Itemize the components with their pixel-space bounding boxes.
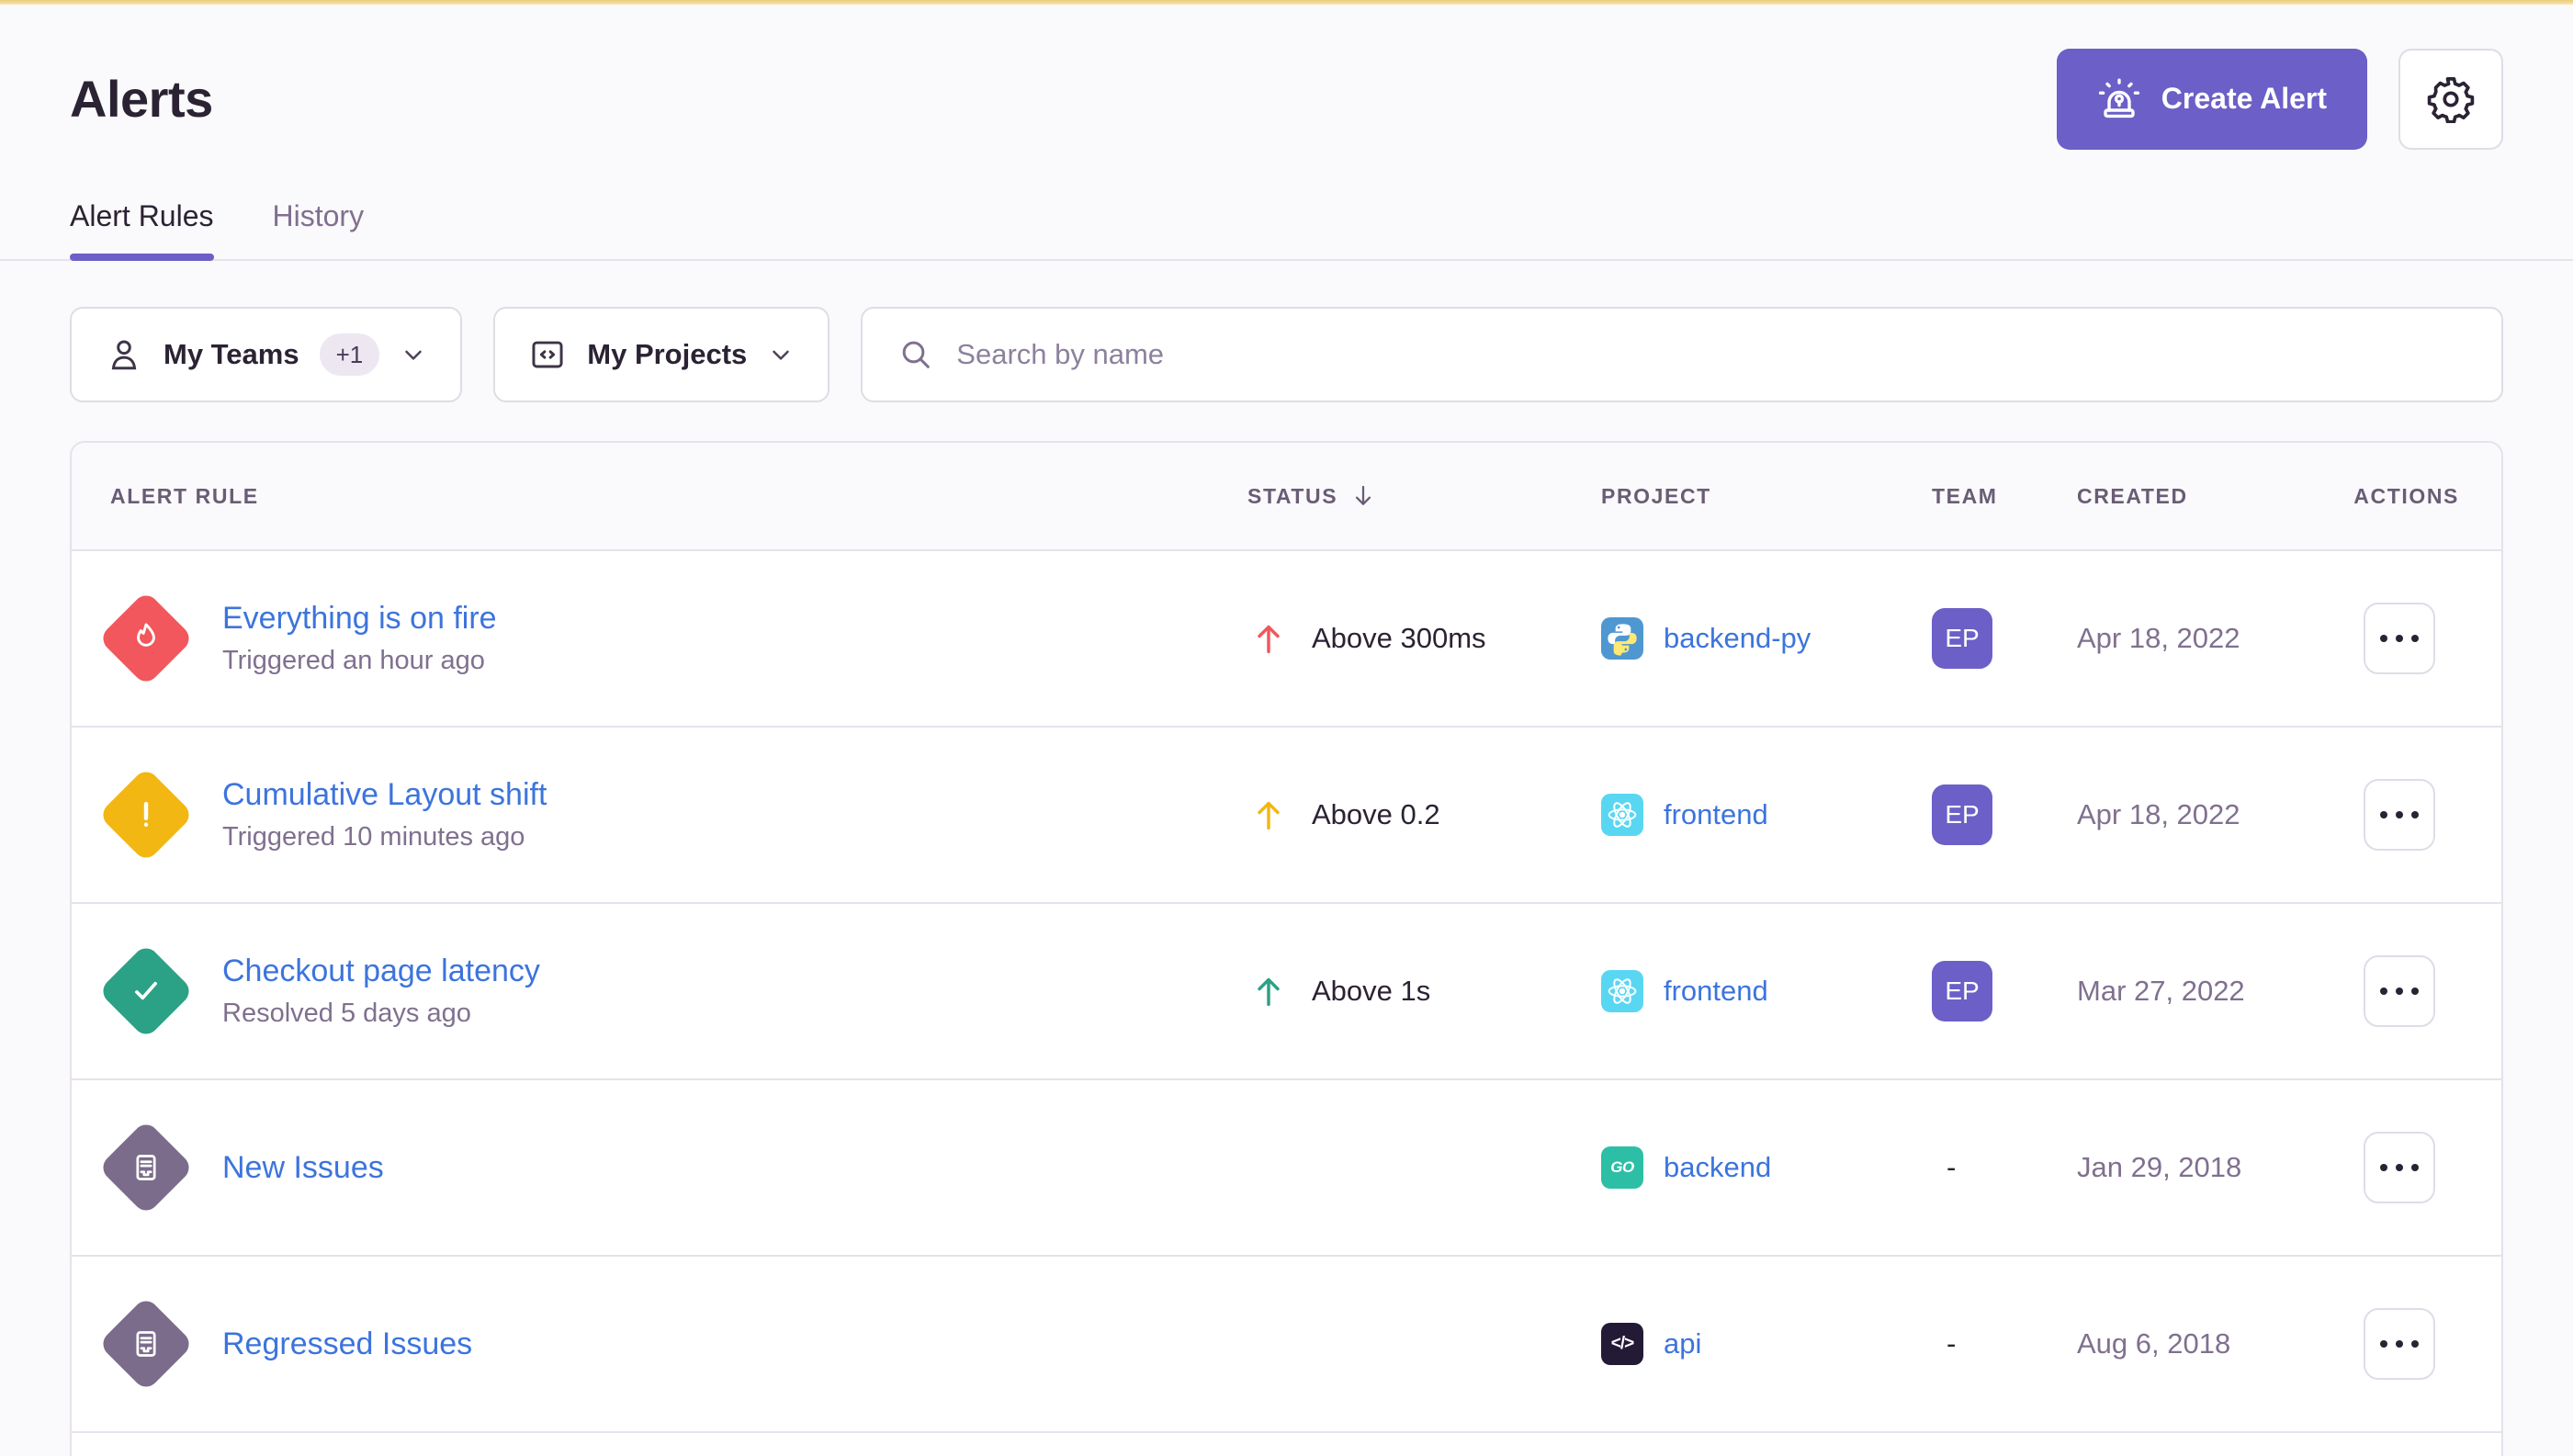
status-text: Above 0.2 <box>1312 798 1440 831</box>
person-icon <box>105 335 143 374</box>
column-header-team: TEAM <box>1932 484 2070 509</box>
header-actions: Create Alert <box>2057 49 2503 150</box>
search-icon <box>897 336 934 373</box>
team-none: - <box>1932 1327 1956 1360</box>
alert-rule-link[interactable]: Checkout page latency <box>222 954 540 989</box>
resolved-alert-diamond-icon <box>98 943 195 1040</box>
team-badge: EP <box>1932 961 1992 1021</box>
table-row: New Issues GO backend - Jan 29, 2018 <box>72 1080 2501 1257</box>
gear-icon <box>2427 75 2475 123</box>
search-box <box>861 307 2503 402</box>
ellipsis-icon <box>2380 811 2387 818</box>
create-alert-label: Create Alert <box>2161 82 2327 116</box>
arrow-up-icon <box>1247 794 1290 836</box>
arrow-up-icon <box>1247 970 1290 1012</box>
filter-bar: My Teams +1 My Projects <box>70 307 2503 402</box>
settings-button[interactable] <box>2398 49 2503 150</box>
my-teams-filter[interactable]: My Teams +1 <box>70 307 462 402</box>
table-row-partial <box>72 1433 2501 1456</box>
column-header-status[interactable]: STATUS <box>1247 481 1601 511</box>
created-date: Mar 27, 2022 <box>2070 975 2331 1008</box>
row-actions-button[interactable] <box>2364 1132 2435 1203</box>
team-none: - <box>1932 1151 1956 1183</box>
tab-bar: Alert Rules History <box>70 199 2503 259</box>
siren-icon <box>2097 77 2141 121</box>
page-title: Alerts <box>70 69 213 129</box>
ellipsis-icon <box>2380 988 2387 995</box>
tab-alert-rules[interactable]: Alert Rules <box>70 199 214 259</box>
table-row: Cumulative Layout shift Triggered 10 min… <box>72 728 2501 904</box>
project-link[interactable]: api <box>1664 1327 1701 1360</box>
row-actions-button[interactable] <box>2364 779 2435 851</box>
row-actions-button[interactable] <box>2364 603 2435 674</box>
ellipsis-icon <box>2380 635 2387 642</box>
issue-alert-diamond-icon <box>98 1120 195 1216</box>
table-row: Checkout page latency Resolved 5 days ag… <box>72 904 2501 1080</box>
create-alert-button[interactable]: Create Alert <box>2057 49 2367 150</box>
go-platform-icon: GO <box>1601 1146 1643 1189</box>
column-header-status-label: STATUS <box>1247 484 1337 509</box>
alert-rules-table: ALERT RULE STATUS PROJECT TEAM CREATED A… <box>70 441 2503 1456</box>
ellipsis-icon <box>2380 1164 2387 1171</box>
created-date: Jan 29, 2018 <box>2070 1151 2331 1184</box>
flame-icon <box>126 618 166 659</box>
tab-history[interactable]: History <box>273 199 365 259</box>
row-actions-button[interactable] <box>2364 1308 2435 1380</box>
project-link[interactable]: frontend <box>1664 798 1768 831</box>
ellipsis-icon <box>2380 1340 2387 1348</box>
alert-rule-meta: Triggered 10 minutes ago <box>222 822 547 852</box>
alert-rule-link[interactable]: Regressed Issues <box>222 1326 472 1362</box>
alert-rule-meta: Resolved 5 days ago <box>222 999 540 1029</box>
table-row: Everything is on fire Triggered an hour … <box>72 551 2501 728</box>
team-badge: EP <box>1932 608 1992 669</box>
python-platform-icon <box>1601 617 1643 660</box>
team-badge: EP <box>1932 784 1992 845</box>
column-header-alert-rule: ALERT RULE <box>72 484 1247 509</box>
code-logo-text: </> <box>1611 1334 1633 1354</box>
my-teams-label: My Teams <box>164 338 299 371</box>
created-date: Aug 6, 2018 <box>2070 1327 2331 1360</box>
react-platform-icon <box>1601 794 1643 836</box>
created-date: Apr 18, 2022 <box>2070 622 2331 655</box>
issues-icon <box>126 1324 166 1364</box>
alert-rule-link[interactable]: Cumulative Layout shift <box>222 777 547 813</box>
search-input[interactable] <box>956 338 2466 371</box>
my-projects-label: My Projects <box>587 338 747 371</box>
project-link[interactable]: frontend <box>1664 975 1768 1008</box>
teams-count-badge: +1 <box>320 333 380 376</box>
checkmark-icon <box>126 971 166 1011</box>
table-header: ALERT RULE STATUS PROJECT TEAM CREATED A… <box>72 443 2501 551</box>
column-header-project: PROJECT <box>1601 484 1932 509</box>
project-link[interactable]: backend-py <box>1664 622 1811 655</box>
row-actions-button[interactable] <box>2364 955 2435 1027</box>
alert-rule-meta: Triggered an hour ago <box>222 646 497 676</box>
code-folder-icon <box>528 335 567 374</box>
alert-rule-link[interactable]: New Issues <box>222 1150 384 1186</box>
issue-alert-diamond-icon <box>98 1296 195 1393</box>
status-text: Above 300ms <box>1312 622 1486 655</box>
chevron-down-icon <box>400 341 427 368</box>
issues-icon <box>126 1147 166 1188</box>
sort-desc-icon <box>1349 481 1378 511</box>
created-date: Apr 18, 2022 <box>2070 798 2331 831</box>
chevron-down-icon <box>767 341 795 368</box>
tabs-divider <box>0 259 2573 261</box>
table-row: Regressed Issues </> api - Aug 6, 2018 <box>72 1257 2501 1433</box>
critical-alert-diamond-icon <box>98 591 195 687</box>
warning-alert-diamond-icon <box>98 767 195 863</box>
project-link[interactable]: backend <box>1664 1151 1771 1184</box>
go-logo-text: GO <box>1610 1158 1633 1177</box>
arrow-up-icon <box>1247 617 1290 660</box>
column-header-actions: ACTIONS <box>2331 484 2501 509</box>
my-projects-filter[interactable]: My Projects <box>493 307 829 402</box>
column-header-created: CREATED <box>2070 484 2331 509</box>
code-platform-icon: </> <box>1601 1323 1643 1365</box>
react-platform-icon <box>1601 970 1643 1012</box>
alert-rule-link[interactable]: Everything is on fire <box>222 601 497 637</box>
status-text: Above 1s <box>1312 975 1430 1008</box>
exclamation-icon <box>126 795 166 835</box>
page-header: Alerts Create Alert <box>70 5 2503 152</box>
